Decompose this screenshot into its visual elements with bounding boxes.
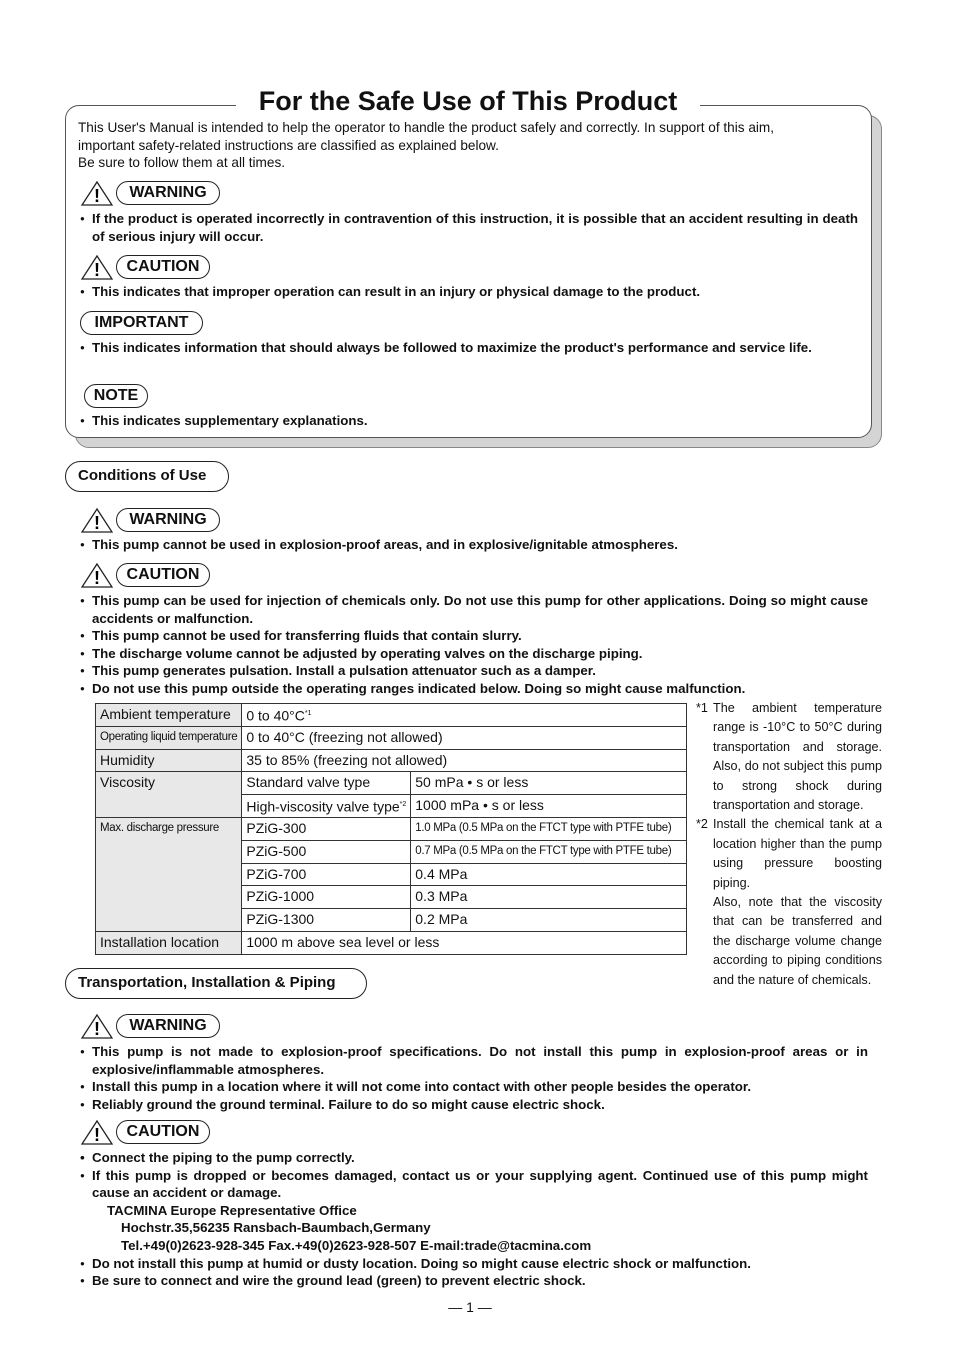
section-conditions-of-use: Conditions of Use xyxy=(65,461,229,492)
warning-badge: WARNING xyxy=(116,508,220,532)
page-title: For the Safe Use of This Product xyxy=(236,84,700,118)
caution-badge: CAUTION xyxy=(116,1120,210,1144)
footnote-2-cont: Also, note that the viscosity that can b… xyxy=(713,895,882,987)
contact-line: Tel.+49(0)2623-928-345 Fax.+49(0)2623-92… xyxy=(80,1237,868,1255)
footnote-2: *2 Install the chemical tank at a locatio… xyxy=(696,817,882,890)
caution-triangle-icon xyxy=(81,563,113,588)
page-number: — 1 — xyxy=(448,1299,492,1315)
warning-badge: WARNING xyxy=(116,181,220,205)
bullet: This pump is not made to explosion-proof… xyxy=(80,1043,868,1078)
bullet: Connect the piping to the pump correctly… xyxy=(80,1149,868,1167)
note-badge: NOTE xyxy=(84,384,148,408)
bullet: This pump generates pulsation. Install a… xyxy=(80,662,868,680)
caution-triangle-icon xyxy=(81,255,113,280)
bullet: Be sure to connect and wire the ground l… xyxy=(80,1272,868,1290)
caution-badge: CAUTION xyxy=(116,563,210,587)
warning-triangle-icon xyxy=(81,508,113,533)
bullet: Do not install this pump at humid or dus… xyxy=(80,1255,868,1273)
caution-list: Connect the piping to the pump correctly… xyxy=(80,1149,868,1290)
footnote-1: *1 The ambient temperature range is -10°C… xyxy=(696,701,882,813)
important-badge: IMPORTANT xyxy=(80,311,203,335)
warning-badge: WARNING xyxy=(116,1014,220,1038)
note-definition: This indicates supplementary explanation… xyxy=(80,412,858,430)
caution-list: This pump can be used for injection of c… xyxy=(80,592,868,698)
warning-triangle-icon xyxy=(81,1014,113,1039)
bullet: If this pump is dropped or becomes damag… xyxy=(80,1167,868,1202)
section-transportation: Transportation, Installation & Piping xyxy=(65,968,367,999)
warning-definition: If the product is operated incorrectly i… xyxy=(80,210,858,245)
intro: This User's Manual is intended to help t… xyxy=(78,120,775,171)
important-definition: This indicates information that should a… xyxy=(80,339,858,357)
bullet: This pump cannot be used for transferrin… xyxy=(80,627,868,645)
warning-triangle-icon xyxy=(81,181,113,206)
operating-conditions-table: Ambient temperature 0 to 40°C*1 Operating… xyxy=(94,703,687,955)
caution-badge: CAUTION xyxy=(116,255,210,279)
address-line: Hochstr.35,56235 Ransbach-Baumbach,Germa… xyxy=(80,1219,868,1237)
bullet: This pump can be used for injection of c… xyxy=(80,592,868,627)
bullet: Reliably ground the ground terminal. Fai… xyxy=(80,1096,868,1114)
bullet: Do not use this pump outside the operati… xyxy=(80,680,868,698)
bullet: Install this pump in a location where it… xyxy=(80,1078,868,1096)
bullet: This pump cannot be used in explosion-pr… xyxy=(80,536,868,554)
address-line: TACMINA Europe Representative Office xyxy=(80,1202,868,1220)
bullet: The discharge volume cannot be adjusted … xyxy=(80,645,868,663)
footnotes: *1 The ambient temperature range is -10°C… xyxy=(696,699,882,990)
caution-triangle-icon xyxy=(81,1120,113,1145)
caution-definition: This indicates that improper operation c… xyxy=(80,283,858,301)
warning-list: This pump is not made to explosion-proof… xyxy=(80,1043,868,1113)
